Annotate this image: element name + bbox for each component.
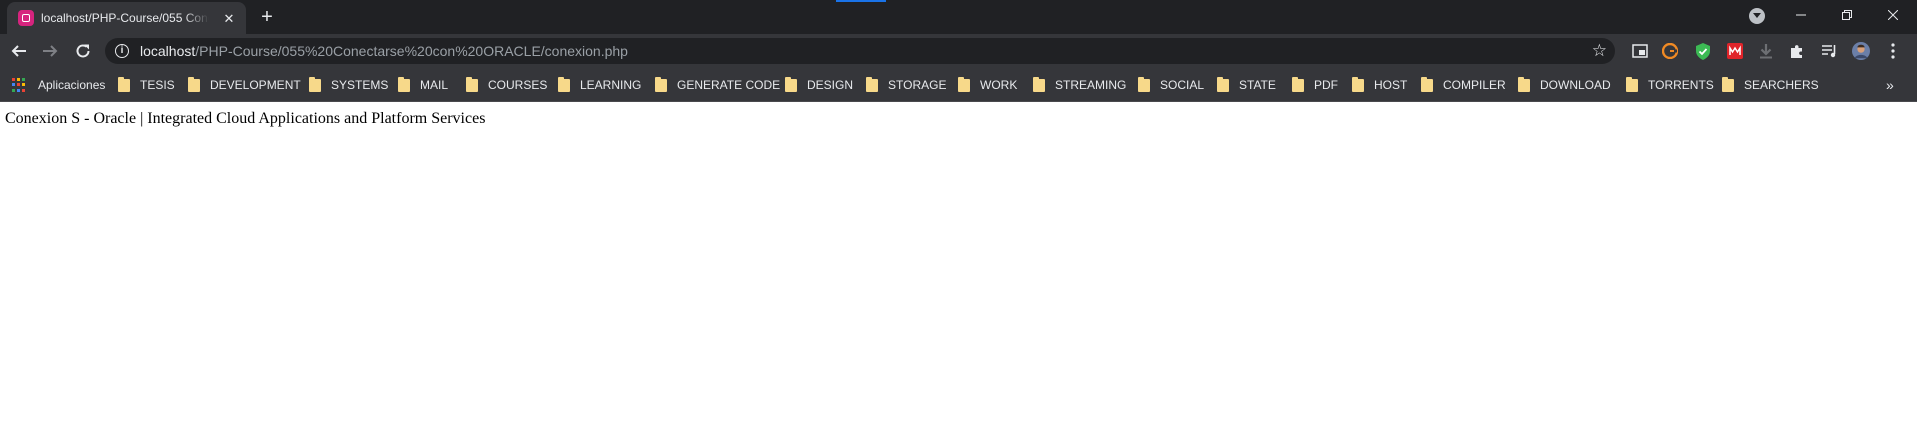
bookmark-label: COMPILER [1443,78,1506,92]
bookmark-folder-generate-code[interactable]: GENERATE CODE [655,76,781,93]
page-text: Conexion S - Oracle | Integrated Cloud A… [5,110,486,127]
bookmark-apps[interactable]: Aplicaciones [12,77,105,93]
bookmark-folder-work[interactable]: WORK [958,76,1018,93]
download-extension-icon[interactable] [1757,42,1775,60]
bookmark-label: STORAGE [888,78,947,92]
reload-icon[interactable] [71,39,95,63]
folder-icon [785,76,797,92]
bookmark-star-icon[interactable]: ☆ [1592,40,1607,62]
bookmark-folder-download[interactable]: DOWNLOAD [1518,76,1611,93]
bookmark-folder-compiler[interactable]: COMPILER [1421,76,1506,93]
folder-icon [866,76,878,92]
url-path: /PHP-Course/055%20Conectarse%20con%20ORA… [195,43,628,59]
bookmark-label: MAIL [420,78,449,92]
folder-icon [1722,76,1734,92]
bookmark-folder-torrents[interactable]: TORRENTS [1626,76,1714,93]
url-text[interactable]: localhost/PHP-Course/055%20Conectarse%20… [140,43,628,59]
bookmark-folder-learning[interactable]: LEARNING [558,76,642,93]
folder-icon [655,76,667,92]
close-window-icon[interactable] [1870,0,1916,30]
bookmark-folder-social[interactable]: SOCIAL [1138,76,1205,93]
bookmark-label: LEARNING [580,78,642,92]
folder-icon [1138,76,1150,92]
address-bar[interactable]: i localhost/PHP-Course/055%20Conectarse%… [105,38,1615,64]
bookmark-label: TESIS [140,78,175,92]
url-host: localhost [140,43,196,59]
media-controls-icon[interactable] [1820,42,1838,60]
bookmark-label: PDF [1314,78,1338,92]
bookmark-folder-pdf[interactable]: PDF [1292,76,1338,93]
folder-icon [1217,76,1229,92]
bookmark-folder-systems[interactable]: SYSTEMS [309,76,389,93]
extensions-puzzle-icon[interactable] [1788,42,1806,60]
bookmark-label: STATE [1239,78,1276,92]
bookmark-folder-development[interactable]: DEVELOPMENT [188,76,301,93]
folder-icon [1033,76,1045,92]
bookmark-label: Aplicaciones [38,78,106,92]
tab-title: localhost/PHP-Course/055 Conectarse con … [41,11,209,25]
favicon-icon [18,10,34,26]
bookmark-folder-courses[interactable]: COURSES [466,76,548,93]
restore-icon[interactable] [1824,0,1870,30]
bookmark-label: SOCIAL [1160,78,1205,92]
folder-icon [958,76,970,92]
media-router-icon[interactable] [1631,42,1649,60]
tab-strip: localhost/PHP-Course/055 Conectarse con … [0,0,1917,34]
bookmark-label: DEVELOPMENT [210,78,301,92]
bookmark-folder-searchers[interactable]: SEARCHERS [1722,76,1819,93]
folder-icon [188,76,200,92]
apps-grid-icon [12,78,26,92]
bookmark-label: HOST [1374,78,1408,92]
new-tab-button[interactable]: + [257,7,277,27]
tab-strip-accent [836,0,886,2]
bookmark-folder-storage[interactable]: STORAGE [866,76,947,93]
forward-icon[interactable] [38,39,62,63]
folder-icon [1518,76,1530,92]
folder-icon [118,76,130,92]
bookmarks-overflow-icon[interactable]: » [1886,77,1894,93]
bookmark-folder-mail[interactable]: MAIL [398,76,449,93]
bookmark-label: WORK [980,78,1018,92]
folder-icon [1421,76,1433,92]
shield-extension-icon[interactable] [1694,42,1712,60]
folder-icon [398,76,410,92]
bookmark-folder-host[interactable]: HOST [1352,76,1408,93]
bookmark-folder-tesis[interactable]: TESIS [118,76,175,93]
folder-icon [1352,76,1364,92]
tab-close-icon[interactable]: ✕ [221,11,237,27]
tab-search-icon[interactable] [1749,8,1765,24]
bookmark-folder-state[interactable]: STATE [1217,76,1276,93]
folder-icon [1292,76,1304,92]
bookmark-label: TORRENTS [1648,78,1714,92]
tab-active[interactable]: localhost/PHP-Course/055 Conectarse con … [7,2,246,34]
folder-icon [309,76,321,92]
bookmark-label: STREAMING [1055,78,1127,92]
bookmark-label: GENERATE CODE [677,78,781,92]
bookmark-label: DOWNLOAD [1540,78,1611,92]
folder-icon [466,76,478,92]
bookmark-folder-design[interactable]: DESIGN [785,76,854,93]
site-info-icon[interactable]: i [115,44,129,58]
bookmark-label: SEARCHERS [1744,78,1819,92]
back-icon[interactable] [7,39,31,63]
grammarly-extension-icon[interactable] [1661,42,1679,60]
browser-menu-icon[interactable] [1884,42,1902,60]
bookmark-label: COURSES [488,78,548,92]
bookmark-label: SYSTEMS [331,78,389,92]
bookmark-label: DESIGN [807,78,854,92]
bookmarks-bar: Aplicaciones TESIS DEVELOPMENT SYSTEMS M… [0,68,1917,102]
red-extension-icon[interactable] [1726,42,1744,60]
profile-avatar[interactable] [1852,42,1870,60]
bookmark-folder-streaming[interactable]: STREAMING [1033,76,1127,93]
folder-icon [1626,76,1638,92]
page-content: Conexion S - Oracle | Integrated Cloud A… [0,102,1917,447]
minimize-icon[interactable] [1778,0,1824,30]
browser-toolbar: i localhost/PHP-Course/055%20Conectarse%… [0,34,1917,68]
folder-icon [558,76,570,92]
